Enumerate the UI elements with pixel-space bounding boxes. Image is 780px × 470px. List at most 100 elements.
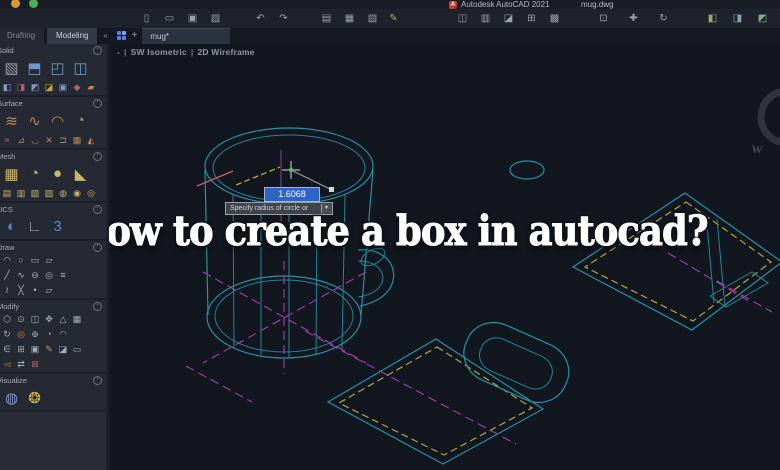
surface-blend-icon[interactable]: ≈: [1, 134, 13, 146]
section-collapse-icon[interactable]: •: [93, 302, 102, 311]
plot-preview-icon[interactable]: ▧: [366, 12, 379, 25]
presspull-icon[interactable]: ◫: [70, 57, 91, 78]
palette-section-header[interactable]: Solid •: [0, 44, 106, 56]
fillet-edge-icon[interactable]: ◆: [71, 81, 83, 93]
save-as-icon[interactable]: ▨: [209, 12, 222, 25]
mirror-icon[interactable]: △: [57, 313, 69, 325]
polyline-icon[interactable]: ∿: [15, 269, 27, 281]
array-icon[interactable]: ▦: [71, 313, 83, 325]
section-collapse-icon[interactable]: •: [93, 205, 102, 214]
batch-plot-icon[interactable]: ▦: [343, 12, 356, 25]
union-icon[interactable]: ◧: [1, 81, 13, 93]
mesh-split-icon[interactable]: ▧: [29, 187, 41, 199]
new-file-icon[interactable]: ▯: [140, 12, 153, 25]
drawing-canvas[interactable]: [106, 44, 780, 470]
copy-icon[interactable]: ◫: [456, 12, 469, 25]
3d-scale-icon[interactable]: ◫: [29, 313, 41, 325]
intersect-icon[interactable]: ◩: [29, 81, 41, 93]
palette-section-header[interactable]: UCS •: [0, 203, 106, 215]
mesh-close-icon[interactable]: ◉: [71, 187, 83, 199]
mesh-smooth-icon[interactable]: ◔: [24, 163, 45, 184]
surface-offset-icon[interactable]: ⊿: [15, 134, 27, 146]
print-icon[interactable]: ▤: [320, 12, 333, 25]
edit-icon[interactable]: ✎: [387, 12, 400, 25]
offset-icon[interactable]: ◎: [15, 328, 27, 340]
world-ucs-icon[interactable]: ◐: [1, 216, 22, 237]
circle-icon[interactable]: ○: [15, 254, 27, 266]
arc-icon[interactable]: ◠: [1, 254, 13, 266]
collapse-palette-button[interactable]: «: [97, 28, 113, 44]
extrude-icon[interactable]: ⬒: [24, 57, 45, 78]
section-collapse-icon[interactable]: •: [93, 376, 102, 385]
ellipse-icon[interactable]: ⊖: [29, 269, 41, 281]
start-tab-grid-icon[interactable]: [117, 31, 127, 40]
section-collapse-icon[interactable]: •: [93, 243, 102, 252]
extend-icon[interactable]: ◔: [43, 328, 55, 340]
surface-sculpt-icon[interactable]: ▦: [71, 134, 83, 146]
mesh-wedge-icon[interactable]: ◣: [70, 163, 91, 184]
zoom-traffic-light[interactable]: [29, 0, 38, 8]
surface-patch-icon[interactable]: ◔: [70, 110, 91, 131]
join-icon[interactable]: ◅: [1, 358, 13, 370]
section-collapse-icon[interactable]: •: [93, 99, 102, 108]
line-icon[interactable]: ╱: [1, 269, 13, 281]
undo-icon[interactable]: ↶: [254, 12, 267, 25]
minimize-traffic-light[interactable]: [11, 0, 20, 8]
surface-extend-icon[interactable]: ⊐: [57, 134, 69, 146]
surface-trim-icon[interactable]: ✕: [43, 134, 55, 146]
surface-network-icon[interactable]: ≋: [1, 110, 22, 131]
hatch-icon[interactable]: ≡: [57, 269, 69, 281]
rotate-icon[interactable]: ↻: [1, 328, 13, 340]
3d-rotate-icon[interactable]: ⊙: [15, 313, 27, 325]
point-icon[interactable]: •: [29, 284, 41, 296]
redo-icon[interactable]: ↷: [277, 12, 290, 25]
palette-section-header[interactable]: Visualize •: [0, 374, 106, 386]
move-icon[interactable]: ✥: [43, 313, 55, 325]
rectangle-icon[interactable]: ▭: [29, 254, 41, 266]
explode-icon[interactable]: ◪: [57, 343, 69, 355]
zoom-window-icon[interactable]: ⊡: [597, 12, 610, 25]
xline-icon[interactable]: ╳: [15, 284, 27, 296]
edit-polyline-icon[interactable]: ✎: [43, 343, 55, 355]
surface-sweep-icon[interactable]: ◠: [47, 110, 68, 131]
pan-icon[interactable]: ✚: [627, 12, 640, 25]
break-icon[interactable]: ▭: [71, 343, 83, 355]
taper-face-icon[interactable]: ▰: [85, 81, 97, 93]
scale-icon[interactable]: ⊞: [15, 343, 27, 355]
orbit-icon[interactable]: ↻: [657, 12, 670, 25]
fillet-icon[interactable]: ◠: [57, 328, 69, 340]
mesh-refine-icon[interactable]: ▤: [1, 187, 13, 199]
properties-icon[interactable]: ◨: [731, 12, 744, 25]
palette-section-header[interactable]: Modify •: [0, 300, 106, 312]
mesh-crease-icon[interactable]: ▥: [15, 187, 27, 199]
stretch-icon[interactable]: ∈: [1, 343, 13, 355]
subtract-icon[interactable]: ◨: [15, 81, 27, 93]
layer-icon[interactable]: ◧: [706, 12, 719, 25]
palette-section-header[interactable]: Surface •: [0, 97, 106, 109]
surface-convert-icon[interactable]: ◭: [85, 134, 97, 146]
slice-icon[interactable]: ◪: [43, 81, 55, 93]
mesh-spin-icon[interactable]: ◎: [85, 187, 97, 199]
polysolid-icon[interactable]: ◰: [47, 57, 68, 78]
ucs-icon[interactable]: ∟: [24, 216, 45, 237]
spline-icon[interactable]: ≀: [1, 284, 13, 296]
viewport-style-control[interactable]: 2D Wireframe: [197, 47, 254, 57]
tab-drafting[interactable]: Drafting: [0, 28, 45, 44]
mesh-box-icon[interactable]: ▦: [1, 163, 22, 184]
erase-icon[interactable]: ⊠: [29, 358, 41, 370]
render-icon[interactable]: ◩: [756, 12, 769, 25]
tab-modeling[interactable]: Modeling: [47, 28, 98, 44]
mesh-extrude-icon[interactable]: ▨: [43, 187, 55, 199]
measure-icon[interactable]: ▩: [548, 12, 561, 25]
paste-icon[interactable]: ▥: [479, 12, 492, 25]
planar-surface-icon[interactable]: ▱: [43, 254, 55, 266]
mesh-merge-icon[interactable]: ◍: [57, 187, 69, 199]
dynamic-input-field[interactable]: 1.6068: [264, 187, 320, 202]
file-tab-mug[interactable]: mug*: [142, 28, 231, 44]
new-drawing-tab-button[interactable]: +: [126, 28, 142, 44]
open-file-icon[interactable]: ▭: [163, 12, 176, 25]
light-bulb-icon[interactable]: ❂: [24, 387, 45, 408]
surface-fillet-icon[interactable]: ◡: [29, 134, 41, 146]
donut-icon[interactable]: ◎: [43, 269, 55, 281]
box-icon[interactable]: ▧: [1, 57, 22, 78]
